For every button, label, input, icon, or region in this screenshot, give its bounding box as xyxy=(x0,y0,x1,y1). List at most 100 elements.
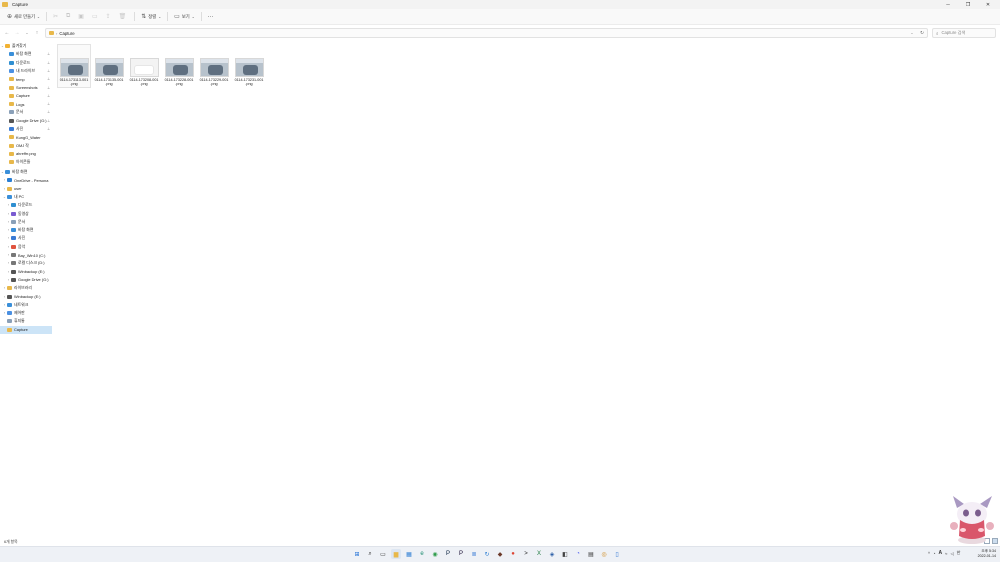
file-thumbnail[interactable]: 0114-173208-001 .png xyxy=(127,44,161,88)
address-bar[interactable]: › Capture ⌄ ↻ xyxy=(45,28,928,38)
nav-pc-item[interactable]: › 사진 xyxy=(0,234,52,242)
ime-indicator[interactable]: A xyxy=(939,550,943,556)
pin-icon: ⊥ xyxy=(46,85,50,90)
language-indicator[interactable]: 한 xyxy=(957,550,961,556)
nav-quick-item-label: 바탕 화면 xyxy=(16,51,32,57)
excel-icon[interactable]: X xyxy=(534,549,544,559)
nav-pc-item[interactable]: › 다운로드 xyxy=(0,201,52,209)
file-thumbnail[interactable]: 0114-173229-001 .png xyxy=(197,44,231,88)
premiere-icon[interactable]: P xyxy=(456,549,466,559)
nav-quick-item[interactable]: 다운로드 ⊥ xyxy=(0,59,52,67)
nav-this-pc[interactable]: ⌄ 내 PC xyxy=(0,193,52,201)
explorer-icon[interactable]: ▆ xyxy=(391,549,401,559)
preview-band xyxy=(95,59,123,63)
minimize-button[interactable]: ─ xyxy=(938,0,958,9)
photoshop-icon[interactable]: P xyxy=(443,549,453,559)
chrome-icon[interactable]: ◉ xyxy=(430,549,440,559)
app-icon-3[interactable]: ◈ xyxy=(547,549,557,559)
chevron-down-icon: ⌄ xyxy=(158,14,162,19)
widgets-icon[interactable]: ▦ xyxy=(404,549,414,559)
nav-quick-item[interactable]: 문서 ⊥ xyxy=(0,108,52,116)
nav-quick-item[interactable]: temp ⊥ xyxy=(0,75,52,83)
nav-tail-item[interactable]: › 제어판 xyxy=(0,309,52,317)
pin-icon: ⊥ xyxy=(46,118,50,123)
file-thumbnail[interactable]: 0114-173231-001 .png xyxy=(232,44,266,88)
file-thumbnail[interactable]: 0114-173228-001 .png xyxy=(162,44,196,88)
cut-button[interactable]: ✂ xyxy=(50,11,63,23)
nav-quick-item[interactable]: Google Drive (G:) ⊥ xyxy=(0,117,52,125)
nav-quick-item[interactable]: KungG_Water xyxy=(0,133,52,141)
nav-quick-item[interactable]: 아이콘들 xyxy=(0,158,52,166)
search-box[interactable]: ⌕ Capture 검색 xyxy=(932,28,996,38)
nav-pc-item[interactable]: › Google Drive (G:) xyxy=(0,276,52,284)
nav-tail-item[interactable]: 휴지통 xyxy=(0,317,52,325)
wifi-icon[interactable]: ≈ xyxy=(945,551,947,556)
recent-button[interactable]: ⌄ xyxy=(22,28,32,38)
maximize-button[interactable]: ❐ xyxy=(958,0,978,9)
view-button[interactable]: ▭ 보기 ⌄ xyxy=(171,11,198,23)
close-button[interactable]: ✕ xyxy=(978,0,998,9)
delete-button[interactable]: 🗑 xyxy=(116,11,132,23)
start-icon[interactable]: ⊞ xyxy=(352,549,362,559)
nav-quick-item[interactable]: 바탕 화면 ⊥ xyxy=(0,50,52,58)
nav-pc-item[interactable]: › 음악 xyxy=(0,243,52,251)
app-icon-7[interactable]: ▯ xyxy=(612,549,622,559)
nav-pc-item[interactable]: › Bay_Win10 (C:) xyxy=(0,251,52,259)
app-icon-2[interactable]: ● xyxy=(508,549,518,559)
nav-pc-item[interactable]: › 로컬 디스크 (D:) xyxy=(0,259,52,267)
app-icon-5[interactable]: ▤ xyxy=(586,549,596,559)
nav-tail-item[interactable]: › 네트워크 xyxy=(0,301,52,309)
nav-pc-item[interactable]: › 문서 xyxy=(0,218,52,226)
folder-icon xyxy=(49,31,54,35)
nav-quick-item[interactable]: Logs ⊥ xyxy=(0,100,52,108)
new-button[interactable]: ⊕ 새로 만들기 ⌄ xyxy=(4,11,43,23)
refresh-button[interactable]: ↻ xyxy=(917,29,927,37)
preview-content xyxy=(242,65,258,75)
nav-pc-item[interactable]: › 바탕 화면 xyxy=(0,226,52,234)
paste-button[interactable]: ▣ xyxy=(75,11,89,23)
app-icon-6[interactable]: ◎ xyxy=(599,549,609,559)
copy-button[interactable]: ⧉ xyxy=(63,11,75,23)
rename-button[interactable]: ▭ xyxy=(89,11,103,23)
taskbar-clock[interactable]: 오후 5:34 2022-01-14 xyxy=(974,549,996,559)
nav-desktop-root[interactable]: ⌄ 바탕 화면 xyxy=(0,168,52,176)
nav-pc-item-label: 로컬 디스크 (D:) xyxy=(18,260,45,266)
file-thumbnail[interactable]: 0114-173113-001 .png xyxy=(57,44,91,88)
taskbar: ⊞ ⌕ ▭ ▆ ▦ e ◉ P P ≣ ↻ ◆ ● > X ◈ ◧ ◔ ▤ ◎ ▯ ^ ◔ A ≈ ◁ 한 오후 5:3… xyxy=(0,546,1000,562)
nav-quick-item[interactable]: ahreffrr.png xyxy=(0,150,52,158)
history-dropdown-button[interactable]: ⌄ xyxy=(907,29,917,37)
chevron-up-icon[interactable]: ^ xyxy=(928,551,930,556)
nav-tail-item[interactable]: › Winbackup (E:) xyxy=(0,293,52,301)
nav-pc-item[interactable]: › 동영상 xyxy=(0,210,52,218)
volume-icon[interactable]: ◁ xyxy=(950,551,953,556)
back-button[interactable]: ← xyxy=(2,28,12,38)
file-thumbnail[interactable]: 0114-173135-001 .png xyxy=(92,44,126,88)
more-options-button[interactable]: ··· xyxy=(205,11,217,23)
app-icon-1[interactable]: ◆ xyxy=(495,549,505,559)
notepad-icon[interactable]: ≣ xyxy=(469,549,479,559)
nav-tail-item[interactable]: Capture xyxy=(0,325,52,334)
nav-quick-item[interactable]: OMJ 작 xyxy=(0,142,52,150)
search-icon[interactable]: ⌕ xyxy=(365,549,375,559)
app-icon-4[interactable]: ◧ xyxy=(560,549,570,559)
nav-quick-item[interactable]: 사진 ⊥ xyxy=(0,125,52,133)
network-icon[interactable]: ◔ xyxy=(933,551,936,556)
terminal-icon[interactable]: > xyxy=(521,549,531,559)
share-button[interactable]: ⇪ xyxy=(103,11,116,23)
nav-quick-access[interactable]: ⌄ 즐겨찾기 xyxy=(0,42,52,50)
nav-quick-item[interactable]: Screenshots ⊥ xyxy=(0,84,52,92)
forward-button[interactable]: → xyxy=(12,28,22,38)
nav-quick-item[interactable]: 내 드라이브 ⊥ xyxy=(0,67,52,75)
nav-root-item[interactable]: › OneDrive - Persona xyxy=(0,176,52,184)
nav-pc-item[interactable]: › Winbackup (E:) xyxy=(0,268,52,276)
nav-tail-item[interactable]: › 라이브러리 xyxy=(0,284,52,292)
discord-icon[interactable]: ◔ xyxy=(573,549,583,559)
taskview-icon[interactable]: ▭ xyxy=(378,549,388,559)
breadcrumb-capture[interactable]: Capture xyxy=(59,31,74,36)
edge-icon[interactable]: e xyxy=(417,549,427,559)
nav-root-item[interactable]: › user xyxy=(0,185,52,193)
nav-quick-item[interactable]: Capture ⊥ xyxy=(0,92,52,100)
refresh-app-icon[interactable]: ↻ xyxy=(482,549,492,559)
sort-button[interactable]: ⇅ 정렬 ⌄ xyxy=(138,11,164,23)
up-button[interactable]: ↑ xyxy=(32,28,42,38)
